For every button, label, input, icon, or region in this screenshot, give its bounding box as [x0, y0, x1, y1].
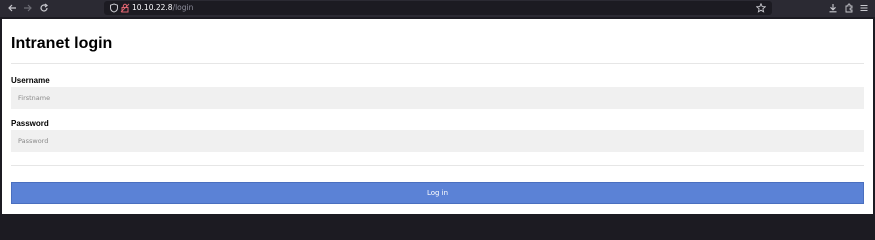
url-path: /login [172, 3, 194, 12]
page-title: Intranet login [11, 35, 113, 52]
login-button[interactable]: Log in [11, 182, 864, 204]
back-icon[interactable] [5, 1, 19, 15]
url-bar[interactable]: 10.10.22.8/login [104, 1, 772, 15]
password-label: Password [11, 119, 49, 128]
shield-icon[interactable] [109, 3, 119, 13]
menu-icon[interactable] [857, 1, 871, 15]
username-input[interactable] [11, 87, 864, 109]
bookmark-star-icon[interactable] [756, 3, 766, 13]
url-text[interactable]: 10.10.22.8/login [132, 1, 193, 15]
download-icon[interactable] [826, 1, 840, 15]
browser-toolbar: 10.10.22.8/login [0, 0, 875, 17]
username-label: Username [11, 76, 50, 85]
insecure-lock-icon[interactable] [120, 3, 130, 13]
forward-icon[interactable] [21, 1, 35, 15]
title-divider [11, 63, 864, 64]
password-input[interactable] [11, 130, 864, 152]
extensions-icon[interactable] [842, 1, 856, 15]
page-content: Intranet login Username Password Log in [2, 19, 873, 214]
reload-icon[interactable] [37, 1, 51, 15]
url-host: 10.10.22.8 [132, 3, 173, 12]
form-divider [11, 165, 864, 166]
